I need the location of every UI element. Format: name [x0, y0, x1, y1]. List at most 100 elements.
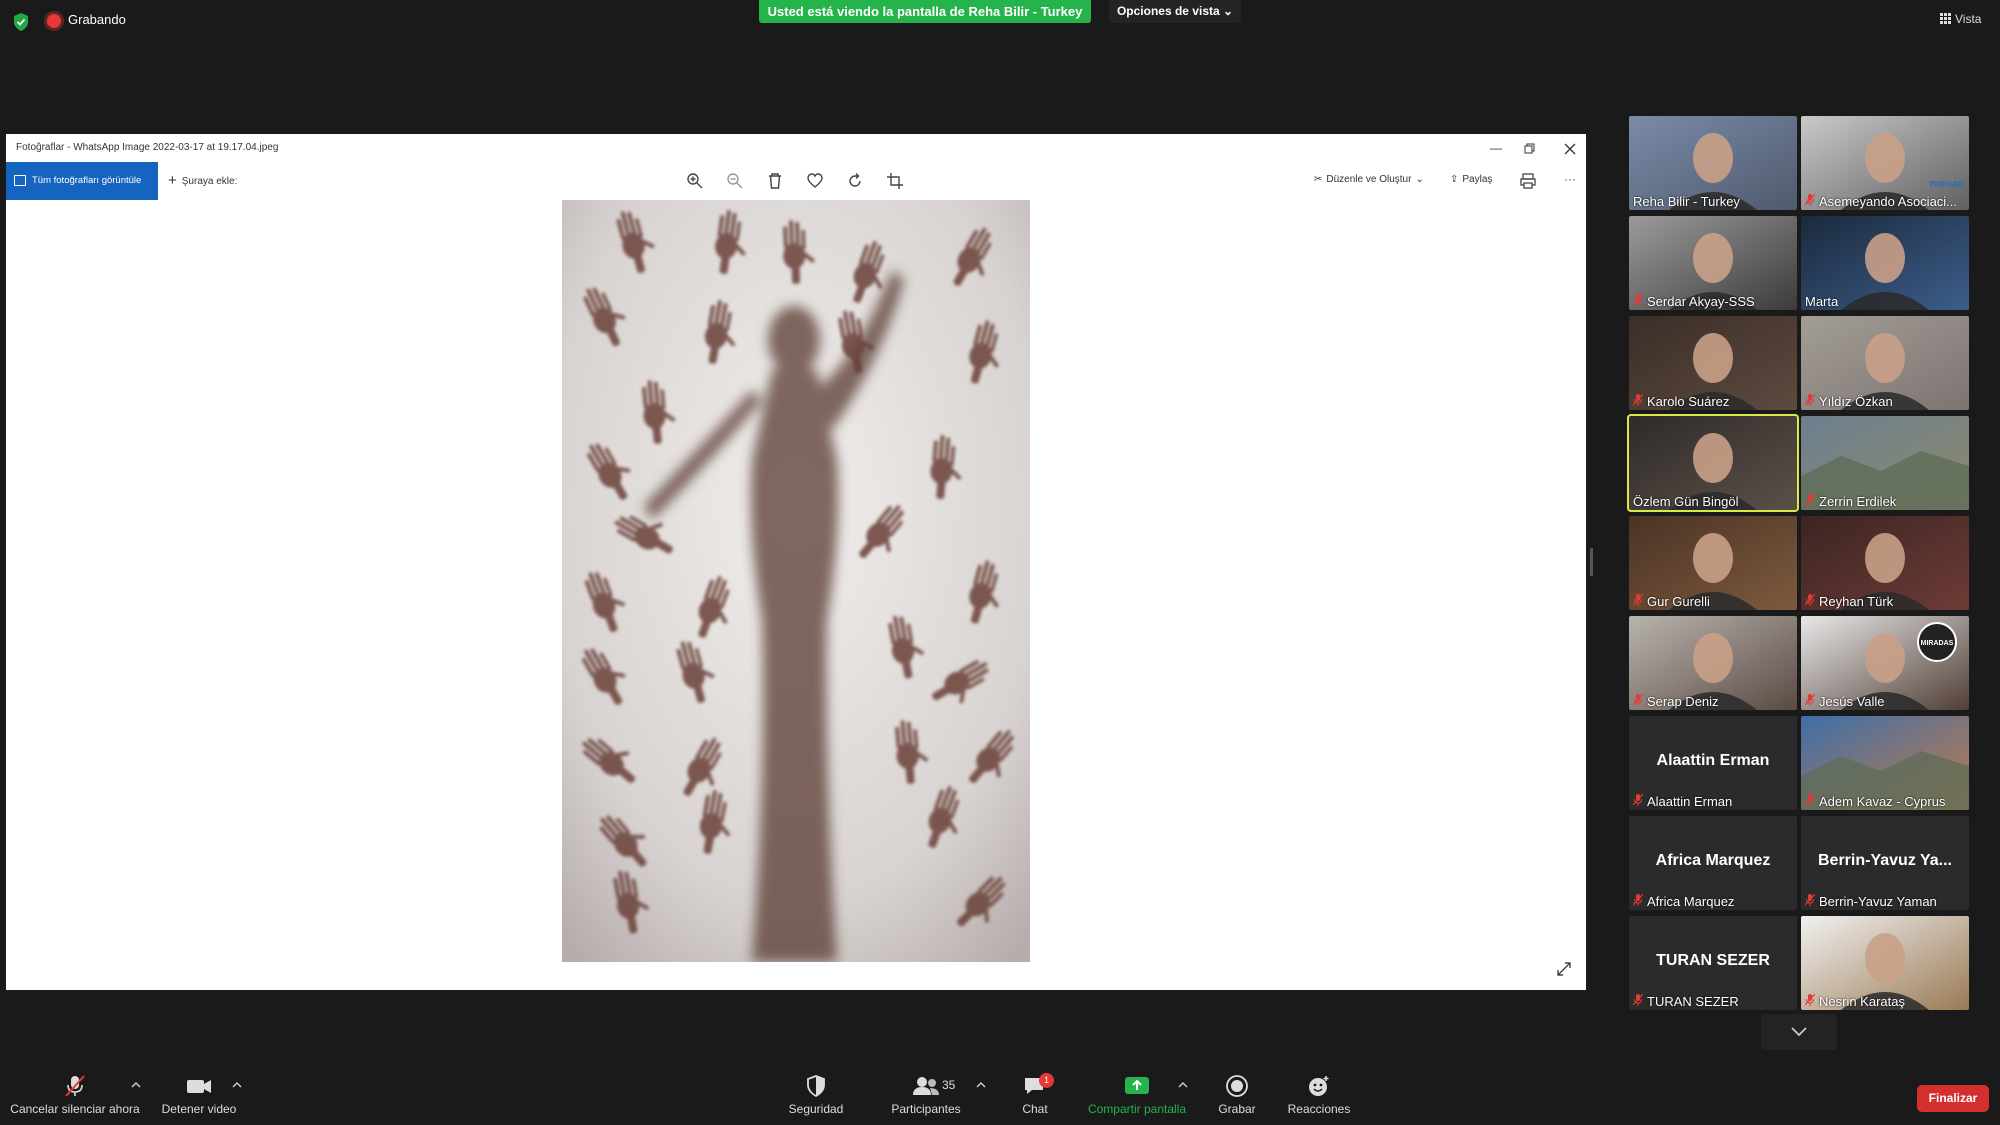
- minimize-icon[interactable]: —: [1478, 138, 1514, 158]
- participant-name: Yıldız Özkan: [1819, 394, 1893, 409]
- participant-name: Zerrin Erdilek: [1819, 494, 1897, 509]
- participant-name: Berrin-Yavuz Yaman: [1819, 894, 1937, 909]
- meeting-controls-bar: [0, 1060, 2000, 1125]
- participant-name: Karolo Suárez: [1647, 394, 1730, 409]
- caret-up-icon[interactable]: [130, 1080, 142, 1090]
- microphone-muted-icon: [65, 1075, 85, 1097]
- reactions-smiley-icon: [1309, 1076, 1329, 1096]
- participant-tile[interactable]: Gur Gurelli: [1629, 516, 1797, 610]
- participant-name: Adem Kavaz - Cyprus: [1819, 794, 1946, 809]
- crop-icon[interactable]: [886, 172, 904, 190]
- share-label: Paylaş: [1462, 174, 1493, 185]
- chat-label: Chat: [1022, 1102, 1048, 1116]
- participant-name: TURAN SEZER: [1647, 994, 1739, 1009]
- participant-tile[interactable]: Özlem Gün Bingöl: [1627, 414, 1799, 512]
- participant-tile[interactable]: Africa Marquez Africa Marquez: [1629, 816, 1797, 910]
- shield-icon[interactable]: [12, 12, 30, 32]
- participant-name: Reha Bilir - Turkey: [1633, 194, 1740, 209]
- participant-tile[interactable]: meuan Asemeyando Asociaci...: [1801, 116, 1969, 210]
- chevron-down-icon: ⌄: [1415, 174, 1424, 185]
- add-to-button[interactable]: + Şuraya ekle:: [168, 162, 237, 200]
- participant-name: Jesús Valle: [1819, 694, 1885, 709]
- video-camera-icon: [187, 1080, 211, 1093]
- record-button[interactable]: Grabar: [1215, 1074, 1259, 1116]
- plus-icon: +: [168, 172, 177, 189]
- participant-tile[interactable]: MIRADAS Jesús Valle: [1801, 616, 1969, 710]
- panel-resize-handle[interactable]: [1590, 548, 1593, 576]
- participant-tile[interactable]: Alaattin Erman Alaattin Erman: [1629, 716, 1797, 810]
- restore-icon[interactable]: [1524, 143, 1536, 155]
- participant-tile[interactable]: Yıldız Özkan: [1801, 316, 1969, 410]
- screen-share-banner: Usted está viendo la pantalla de Reha Bi…: [759, 0, 1091, 23]
- participants-label: Participantes: [891, 1102, 961, 1116]
- reactions-button[interactable]: Reacciones: [1286, 1074, 1352, 1116]
- close-icon[interactable]: [1564, 143, 1576, 155]
- unmute-label: Cancelar silenciar ahora: [10, 1102, 140, 1116]
- chevron-down-icon: [1791, 1027, 1807, 1037]
- fullscreen-icon[interactable]: [1555, 960, 1573, 978]
- participant-tile[interactable]: Reyhan Türk: [1801, 516, 1969, 610]
- all-photos-button[interactable]: Tüm fotoğrafları görüntüle: [6, 162, 158, 200]
- participant-tile[interactable]: Zerrin Erdilek: [1801, 416, 1969, 510]
- edit-create-button[interactable]: ✂ Düzenle ve Oluştur ⌄: [1314, 174, 1424, 185]
- participant-tile[interactable]: Berrin-Yavuz Ya... Berrin-Yavuz Yaman: [1801, 816, 1969, 910]
- end-meeting-button[interactable]: Finalizar: [1917, 1085, 1989, 1112]
- view-label: Vista: [1955, 12, 1982, 26]
- participant-tile[interactable]: Reha Bilir - Turkey: [1629, 116, 1797, 210]
- participant-tile[interactable]: Nesrin Karataş: [1801, 916, 1969, 1010]
- participant-tile[interactable]: Serap Deniz: [1629, 616, 1797, 710]
- participant-name: Alaattin Erman: [1647, 794, 1733, 809]
- security-label: Seguridad: [788, 1102, 844, 1116]
- window-title: Fotoğraflar - WhatsApp Image 2022-03-17 …: [16, 142, 279, 153]
- participant-name: Reyhan Türk: [1819, 594, 1894, 609]
- participant-name: Gur Gurelli: [1647, 594, 1710, 609]
- share-screen-button[interactable]: Compartir pantalla: [1082, 1074, 1192, 1116]
- record-label: Grabar: [1218, 1102, 1256, 1116]
- edit-create-label: Düzenle ve Oluştur: [1326, 174, 1412, 185]
- participant-name: Serap Deniz: [1647, 694, 1719, 709]
- participant-tile[interactable]: Karolo Suárez: [1629, 316, 1797, 410]
- view-options-button[interactable]: Opciones de vista ⌄: [1109, 0, 1241, 23]
- caret-up-icon[interactable]: [975, 1080, 987, 1090]
- zoom-out-icon[interactable]: [726, 172, 744, 190]
- stop-video-button[interactable]: Detener video: [156, 1074, 242, 1116]
- all-photos-label: Tüm fotoğrafları görüntüle: [32, 175, 142, 186]
- participant-name: Asemeyando Asociaci...: [1819, 194, 1958, 209]
- recording-label: Grabando: [68, 12, 126, 27]
- organization-logo: meuan: [1929, 178, 1965, 190]
- participant-tile[interactable]: Marta: [1801, 216, 1969, 310]
- participant-name: Marta: [1805, 294, 1839, 309]
- view-button[interactable]: Vista: [1940, 12, 1981, 26]
- reactions-label: Reacciones: [1287, 1102, 1351, 1116]
- unmute-button[interactable]: Cancelar silenciar ahora: [8, 1074, 142, 1116]
- organization-badge: MIRADAS: [1917, 622, 1957, 662]
- edit-create-icon: ✂: [1314, 174, 1323, 185]
- caret-up-icon[interactable]: [1177, 1080, 1189, 1090]
- delete-icon[interactable]: [766, 172, 784, 190]
- participant-tile[interactable]: Adem Kavaz - Cyprus: [1801, 716, 1969, 810]
- participant-tile[interactable]: Serdar Akyay-SSS: [1629, 216, 1797, 310]
- security-button[interactable]: Seguridad: [776, 1074, 856, 1116]
- participant-tile[interactable]: TURAN SEZER TURAN SEZER: [1629, 916, 1797, 1010]
- add-to-label: Şuraya ekle:: [181, 176, 238, 187]
- print-icon[interactable]: [1519, 172, 1537, 190]
- participant-name: Özlem Gün Bingöl: [1633, 494, 1739, 509]
- stop-video-label: Detener video: [161, 1102, 237, 1116]
- participant-display-name: Alaattin Erman: [1656, 752, 1770, 769]
- share-button[interactable]: ⇪ Paylaş: [1450, 174, 1492, 185]
- participants-button[interactable]: Participantes: [882, 1074, 970, 1116]
- heart-icon[interactable]: [806, 172, 824, 190]
- chat-unread-badge: 1: [1039, 1073, 1054, 1088]
- participant-name: Africa Marquez: [1647, 894, 1735, 909]
- participant-name: Nesrin Karataş: [1819, 994, 1905, 1009]
- recording-dot-icon: [47, 14, 61, 28]
- gallery-scroll-down-button[interactable]: [1761, 1014, 1837, 1050]
- photos-icon: [14, 175, 26, 186]
- share-screen-label: Compartir pantalla: [1087, 1102, 1187, 1116]
- zoom-in-icon[interactable]: [686, 172, 704, 190]
- shared-photos-window: Fotoğraflar - WhatsApp Image 2022-03-17 …: [6, 134, 1586, 990]
- shared-photo: [562, 200, 1030, 962]
- rotate-icon[interactable]: [846, 172, 864, 190]
- more-options-button[interactable]: ···: [1564, 172, 1576, 186]
- caret-up-icon[interactable]: [231, 1080, 243, 1090]
